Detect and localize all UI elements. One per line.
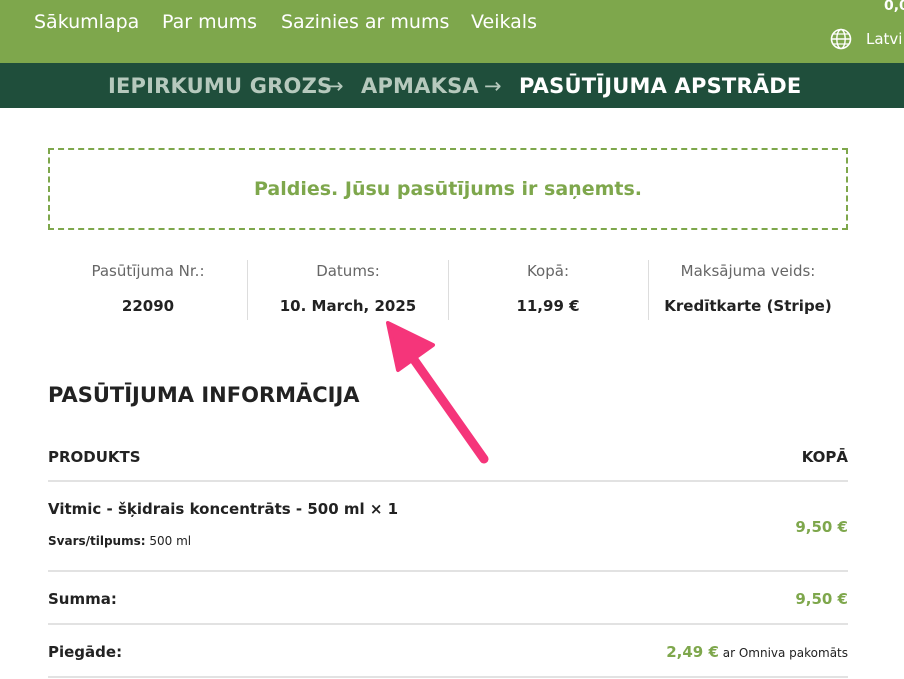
product-link[interactable]: Vitmic - šķidrais koncentrāts - 500 ml bbox=[48, 500, 365, 518]
order-number-label: Pasūtījuma Nr.: bbox=[91, 262, 205, 280]
overview-total: Kopā: 11,99 € bbox=[448, 258, 648, 320]
subtotal-label: Summa: bbox=[48, 590, 117, 608]
subtotal-value: 9,50 € bbox=[795, 590, 848, 608]
nav-shop-link[interactable]: Veikals bbox=[471, 11, 537, 33]
order-date-value: 10. March, 2025 bbox=[279, 297, 417, 315]
step-payment[interactable]: APMAKSA bbox=[361, 74, 479, 98]
nav-about-link[interactable]: Par mums bbox=[162, 11, 257, 33]
shipping-cost: 2,49 € ar Omniva pakomāts bbox=[666, 643, 848, 661]
product-name: Vitmic - šķidrais koncentrāts - 500 ml ×… bbox=[48, 500, 398, 518]
overview-date: Datums: 10. March, 2025 bbox=[248, 258, 448, 320]
step-arrow: → bbox=[326, 74, 344, 98]
shipping-method: ar Omniva pakomāts bbox=[718, 646, 848, 660]
product-meta: Svars/tilpums: 500 ml bbox=[48, 534, 191, 548]
table-row: Piegāde: 2,49 € ar Omniva pakomāts bbox=[48, 625, 848, 678]
order-details-title: PASŪTĪJUMA INFORMĀCIJA bbox=[48, 383, 360, 407]
order-total-value: 11,99 € bbox=[516, 297, 580, 315]
product-price: 9,50 € bbox=[795, 518, 848, 536]
step-order-processing: PASŪTĪJUMA APSTRĀDE bbox=[519, 74, 802, 98]
table-row: Summa: 9,50 € bbox=[48, 572, 848, 625]
globe-icon[interactable] bbox=[830, 28, 852, 50]
table-row: Vitmic - šķidrais koncentrāts - 500 ml ×… bbox=[48, 482, 848, 572]
payment-method-value: Kredītkarte (Stripe) bbox=[664, 297, 832, 315]
order-table-header: PRODUKTS KOPĀ bbox=[48, 446, 848, 482]
column-product: PRODUKTS bbox=[48, 448, 141, 466]
order-total-label: Kopā: bbox=[526, 262, 570, 280]
nav-contact-link[interactable]: Sazinies ar mums bbox=[281, 11, 449, 33]
product-meta-label: Svars/tilpums: bbox=[48, 534, 146, 548]
overview-order-number: Pasūtījuma Nr.: 22090 bbox=[48, 258, 248, 320]
product-meta-value: 500 ml bbox=[145, 534, 192, 548]
payment-method-label: Maksājuma veids: bbox=[680, 262, 816, 280]
language-selector[interactable]: Latvi bbox=[866, 30, 902, 48]
order-number-value: 22090 bbox=[121, 297, 175, 315]
step-arrow: → bbox=[484, 74, 502, 98]
shipping-value: 2,49 € bbox=[666, 643, 719, 661]
cart-amount[interactable]: 0,0 bbox=[884, 0, 904, 14]
overview-payment-method: Maksājuma veids: Kredītkarte (Stripe) bbox=[648, 258, 848, 320]
shipping-label: Piegāde: bbox=[48, 643, 123, 661]
step-cart[interactable]: IEPIRKUMU GROZS bbox=[108, 74, 332, 98]
checkout-steps-bar: IEPIRKUMU GROZS → APMAKSA → PASŪTĪJUMA A… bbox=[0, 63, 904, 108]
product-quantity: × 1 bbox=[364, 500, 399, 518]
order-date-label: Datums: bbox=[316, 262, 380, 280]
notice-text: Paldies. Jūsu pasūtījums ir saņemts. bbox=[254, 178, 642, 200]
top-navigation: Sākumlapa Par mums Sazinies ar mums Veik… bbox=[0, 0, 904, 63]
nav-home-link[interactable]: Sākumlapa bbox=[34, 11, 139, 33]
order-received-notice: Paldies. Jūsu pasūtījums ir saņemts. bbox=[48, 148, 848, 230]
order-overview: Pasūtījuma Nr.: 22090 Datums: 10. March,… bbox=[48, 258, 848, 320]
column-total: KOPĀ bbox=[801, 448, 848, 466]
